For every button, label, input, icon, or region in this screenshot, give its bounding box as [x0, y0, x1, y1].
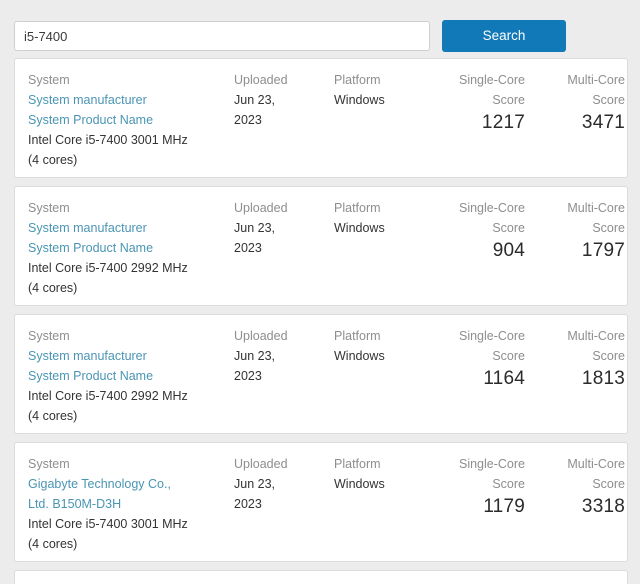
cpu-description: Intel Core i5-7400 2992 MHz	[28, 389, 188, 403]
system-column: System Gigabyte Technology Co., Ltd. B15…	[28, 454, 234, 554]
column-header-uploaded: Uploaded	[234, 329, 288, 343]
single-core-score: 904	[492, 240, 525, 261]
column-header-multi-core-line1: Multi-Core	[567, 201, 625, 215]
multi-core-column: Multi-Core Score 1813	[525, 326, 625, 392]
multi-core-column: Multi-Core Score 3318	[525, 454, 625, 520]
single-core-score: 1164	[483, 368, 525, 389]
column-header-multi-core-line2: Score	[592, 477, 625, 491]
column-header-system: System	[28, 329, 70, 343]
cpu-core-count: (4 cores)	[28, 153, 78, 167]
column-header-platform: Platform	[334, 73, 381, 87]
platform-column: Platform Windows	[334, 198, 437, 238]
column-header-system: System	[28, 457, 70, 471]
uploaded-column: Uploaded Jun 23, 2023	[234, 326, 334, 386]
column-header-multi-core-line1: Multi-Core	[567, 73, 625, 87]
uploaded-column: Uploaded Jun 23, 2023	[234, 70, 334, 130]
column-header-single-core-line2: Score	[492, 221, 525, 235]
platform-column: Platform Windows	[334, 70, 437, 110]
system-manufacturer-link[interactable]: Gigabyte Technology Co.,	[28, 474, 234, 494]
column-header-multi-core-line2: Score	[592, 221, 625, 235]
cpu-description: Intel Core i5-7400 3001 MHz	[28, 133, 188, 147]
single-core-column: Single-Core Score 1164	[437, 326, 525, 392]
single-core-column: Single-Core Score 904	[437, 198, 525, 264]
uploaded-column: Uploaded Jun 23, 2023	[234, 198, 334, 258]
platform-value: Windows	[334, 477, 385, 491]
system-manufacturer-link[interactable]: System manufacturer	[28, 90, 234, 110]
system-product-link[interactable]: System Product Name	[28, 366, 234, 386]
column-header-system: System	[28, 73, 70, 87]
search-button[interactable]: Search	[442, 20, 566, 52]
column-header-system: System	[28, 201, 70, 215]
multi-core-score: 3471	[581, 112, 625, 133]
column-header-multi-core-line1: Multi-Core	[567, 457, 625, 471]
single-core-score: 1179	[483, 496, 525, 517]
platform-value: Windows	[334, 221, 385, 235]
multi-core-score: 3318	[581, 496, 625, 517]
system-product-link[interactable]: Ltd. B150M-D3H	[28, 494, 234, 514]
cpu-core-count: (4 cores)	[28, 281, 78, 295]
column-header-multi-core-line2: Score	[592, 93, 625, 107]
search-results-list: System System manufacturer System Produc…	[0, 58, 640, 584]
column-header-single-core-line1: Single-Core	[458, 329, 525, 343]
search-input[interactable]	[14, 21, 430, 51]
system-product-link[interactable]: System Product Name	[28, 110, 234, 130]
uploaded-date: Jun 23, 2023	[234, 349, 276, 383]
platform-column: Platform Windows	[334, 454, 437, 494]
column-header-single-core-line2: Score	[492, 349, 525, 363]
system-column: System System manufacturer System Produc…	[28, 70, 234, 170]
column-header-platform: Platform	[334, 457, 381, 471]
system-column: System System manufacturer System Produc…	[28, 198, 234, 298]
system-column: System System manufacturer System Produc…	[28, 326, 234, 426]
cpu-core-count: (4 cores)	[28, 409, 78, 423]
system-manufacturer-link[interactable]: System manufacturer	[28, 218, 234, 238]
column-header-multi-core-line1: Multi-Core	[567, 329, 625, 343]
column-header-platform: Platform	[334, 329, 381, 343]
single-core-column: Single-Core Score 1217	[437, 70, 525, 136]
column-header-single-core-line1: Single-Core	[458, 201, 525, 215]
system-product-link[interactable]: System Product Name	[28, 238, 234, 258]
platform-value: Windows	[334, 349, 385, 363]
multi-core-column: Multi-Core Score 3471	[525, 70, 625, 136]
column-header-single-core-line2: Score	[492, 477, 525, 491]
uploaded-date: Jun 23, 2023	[234, 477, 276, 511]
cpu-description: Intel Core i5-7400 2992 MHz	[28, 261, 188, 275]
column-header-uploaded: Uploaded	[234, 457, 288, 471]
uploaded-column: Uploaded Jun 23, 2023	[234, 454, 334, 514]
cpu-description: Intel Core i5-7400 3001 MHz	[28, 517, 188, 531]
cpu-core-count: (4 cores)	[28, 537, 78, 551]
multi-core-score: 1797	[581, 240, 625, 261]
table-row-partial[interactable]	[14, 570, 628, 584]
table-row[interactable]: System System manufacturer System Produc…	[14, 58, 628, 178]
search-bar: Search	[0, 0, 640, 58]
column-header-uploaded: Uploaded	[234, 201, 288, 215]
table-row[interactable]: System Gigabyte Technology Co., Ltd. B15…	[14, 442, 628, 562]
table-row[interactable]: System System manufacturer System Produc…	[14, 314, 628, 434]
single-core-column: Single-Core Score 1179	[437, 454, 525, 520]
column-header-single-core-line1: Single-Core	[458, 457, 525, 471]
uploaded-date: Jun 23, 2023	[234, 93, 276, 127]
column-header-single-core-line2: Score	[492, 93, 525, 107]
system-manufacturer-link[interactable]: System manufacturer	[28, 346, 234, 366]
platform-value: Windows	[334, 93, 385, 107]
column-header-platform: Platform	[334, 201, 381, 215]
benchmark-search-page: Search System System manufacturer System…	[0, 0, 640, 584]
table-row[interactable]: System System manufacturer System Produc…	[14, 186, 628, 306]
column-header-single-core-line1: Single-Core	[458, 73, 525, 87]
column-header-uploaded: Uploaded	[234, 73, 288, 87]
single-core-score: 1217	[481, 112, 525, 133]
column-header-multi-core-line2: Score	[592, 349, 625, 363]
multi-core-score: 1813	[581, 368, 625, 389]
uploaded-date: Jun 23, 2023	[234, 221, 276, 255]
platform-column: Platform Windows	[334, 326, 437, 366]
multi-core-column: Multi-Core Score 1797	[525, 198, 625, 264]
